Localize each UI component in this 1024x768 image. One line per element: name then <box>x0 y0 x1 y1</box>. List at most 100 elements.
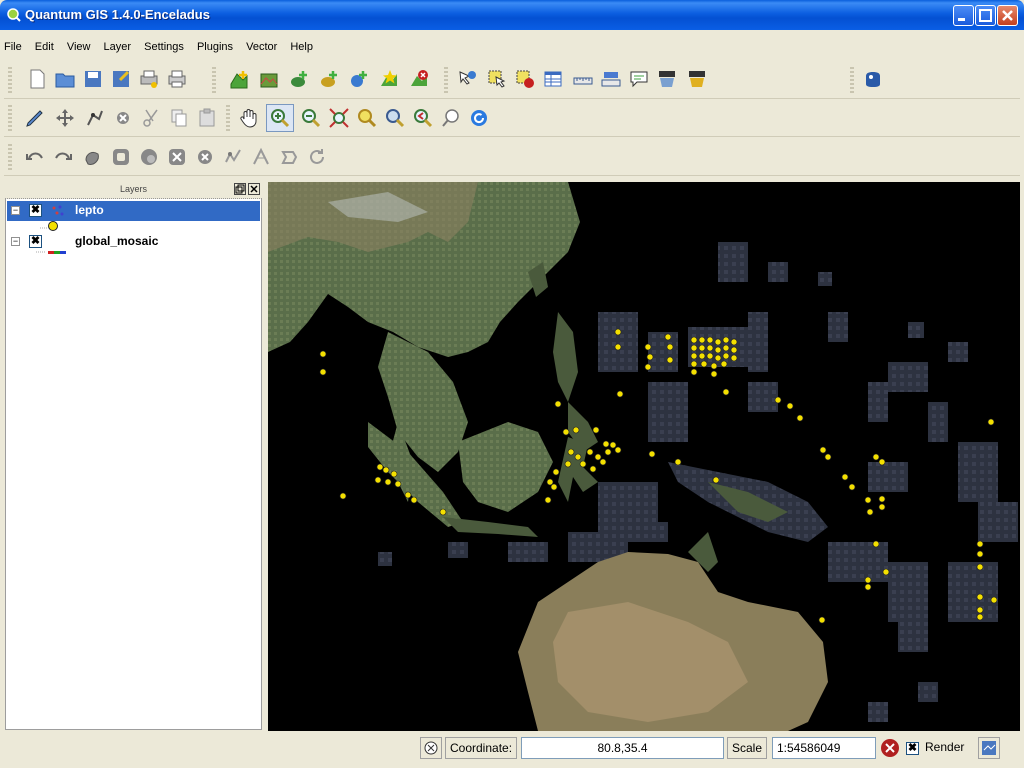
cut-features-button[interactable] <box>140 107 162 129</box>
move-feature-button[interactable] <box>54 107 76 129</box>
layers-panel <box>5 182 262 730</box>
zoom-last-button[interactable] <box>412 107 434 129</box>
raster-bands-icon <box>36 251 66 254</box>
split-icon <box>253 147 269 165</box>
undo-button[interactable] <box>24 146 46 168</box>
add-vector-layer-button[interactable] <box>228 68 250 90</box>
toolbar-grip[interactable] <box>8 144 12 170</box>
close-panel-button[interactable] <box>248 183 260 195</box>
delete-icon <box>117 112 129 124</box>
close-button[interactable] <box>997 5 1018 26</box>
zoom-full-button[interactable] <box>328 107 350 129</box>
measure-line-button[interactable] <box>572 68 594 90</box>
layer-visibility-checkbox[interactable]: ✖ <box>29 235 42 248</box>
menu-view[interactable]: View <box>67 41 91 53</box>
paste-features-button[interactable] <box>196 107 218 129</box>
stop-render-button[interactable] <box>880 738 900 758</box>
toolbar-grip[interactable] <box>212 67 216 93</box>
layer-item-lepto[interactable]: − ✖ lepto <box>7 201 260 221</box>
remove-layer-button[interactable] <box>408 68 430 90</box>
menu-vector[interactable]: Vector <box>246 41 277 53</box>
simplify-feature-button[interactable] <box>82 146 104 168</box>
menu-file[interactable]: File <box>4 41 22 53</box>
zoom-out-button[interactable] <box>300 107 322 129</box>
refresh-button[interactable] <box>468 107 490 129</box>
toolbar-grip[interactable] <box>8 105 12 131</box>
save-as-button[interactable] <box>110 68 132 90</box>
measure-line-icon <box>573 77 593 85</box>
new-vector-layer-button[interactable] <box>378 68 400 90</box>
render-checkbox[interactable]: ✖ <box>906 742 919 755</box>
toolbar-file <box>4 62 1020 99</box>
scale-field[interactable]: 1:54586049 <box>772 737 876 759</box>
merge-features-button[interactable] <box>278 146 300 168</box>
select-features-button[interactable] <box>486 68 508 90</box>
qgis-logo-icon <box>7 8 21 22</box>
print-button[interactable] <box>166 68 188 90</box>
layers-panel-header: Layers <box>5 182 262 199</box>
open-attribute-table-button[interactable] <box>542 68 564 90</box>
add-ring-button[interactable] <box>110 146 132 168</box>
split-features-button[interactable] <box>250 146 272 168</box>
add-wms-layer-button[interactable] <box>348 68 370 90</box>
projection-icon <box>982 741 996 755</box>
toggle-editing-button[interactable] <box>24 107 46 129</box>
reshape-icon <box>225 149 241 163</box>
delete-ring-button[interactable] <box>166 146 188 168</box>
rotate-point-symbols-button[interactable] <box>306 146 328 168</box>
map-tips-button[interactable] <box>628 68 650 90</box>
add-spatialite-layer-button[interactable] <box>318 68 340 90</box>
toolbar-grip[interactable] <box>444 67 448 93</box>
rotate-icon <box>310 149 324 164</box>
toolbar-grip[interactable] <box>8 67 12 93</box>
zoom-layer-icon <box>386 109 405 128</box>
delete-part-icon <box>198 150 212 164</box>
identify-features-button[interactable] <box>456 68 478 90</box>
open-project-button[interactable] <box>54 68 76 90</box>
copy-features-button[interactable] <box>168 107 190 129</box>
float-panel-button[interactable] <box>234 183 246 195</box>
toolbar-grip[interactable] <box>850 67 854 93</box>
add-island-icon <box>141 149 157 165</box>
deselect-features-button[interactable] <box>514 68 536 90</box>
minimize-icon <box>958 18 965 21</box>
menu-layer[interactable]: Layer <box>104 41 132 53</box>
zoom-to-layer-button[interactable] <box>384 107 406 129</box>
save-project-button[interactable] <box>82 68 104 90</box>
reshape-features-button[interactable] <box>222 146 244 168</box>
menu-help[interactable]: Help <box>290 41 313 53</box>
add-island-button[interactable] <box>138 146 160 168</box>
menu-settings[interactable]: Settings <box>144 41 184 53</box>
new-project-button[interactable] <box>26 68 48 90</box>
new-bookmark-button[interactable] <box>656 68 678 90</box>
pan-map-button[interactable] <box>238 107 260 129</box>
menu-edit[interactable]: Edit <box>35 41 54 53</box>
print-composer-button[interactable] <box>138 68 160 90</box>
layer-visibility-checkbox[interactable]: ✖ <box>29 204 42 217</box>
menu-bar: File Edit View Layer Settings Plugins Ve… <box>4 41 323 59</box>
projection-status-button[interactable] <box>978 737 1000 759</box>
menu-plugins[interactable]: Plugins <box>197 41 233 53</box>
python-console-button[interactable] <box>862 68 884 90</box>
redo-button[interactable] <box>52 146 74 168</box>
maximize-button[interactable] <box>975 5 996 26</box>
measure-area-button[interactable] <box>600 68 622 90</box>
zoom-to-selection-button[interactable] <box>356 107 378 129</box>
zoom-in-button[interactable] <box>266 104 294 132</box>
minimize-button[interactable] <box>953 5 974 26</box>
delete-part-button[interactable] <box>194 146 216 168</box>
collapse-toggle[interactable]: − <box>11 206 20 215</box>
paste-icon <box>199 108 215 127</box>
toolbar-grip[interactable] <box>226 105 230 131</box>
show-bookmarks-button[interactable] <box>686 68 708 90</box>
attribute-table-icon <box>544 71 562 87</box>
node-tool-button[interactable] <box>84 107 106 129</box>
coordinate-field[interactable]: 80.8,35.4 <box>521 737 724 759</box>
collapse-toggle[interactable]: − <box>11 237 20 246</box>
coordinate-mode-button[interactable] <box>420 737 442 759</box>
zoom-actual-size-button[interactable] <box>440 107 462 129</box>
add-raster-layer-button[interactable] <box>258 68 280 90</box>
delete-selected-button[interactable] <box>112 107 134 129</box>
add-postgis-layer-button[interactable] <box>288 68 310 90</box>
map-canvas[interactable] <box>268 182 1020 731</box>
